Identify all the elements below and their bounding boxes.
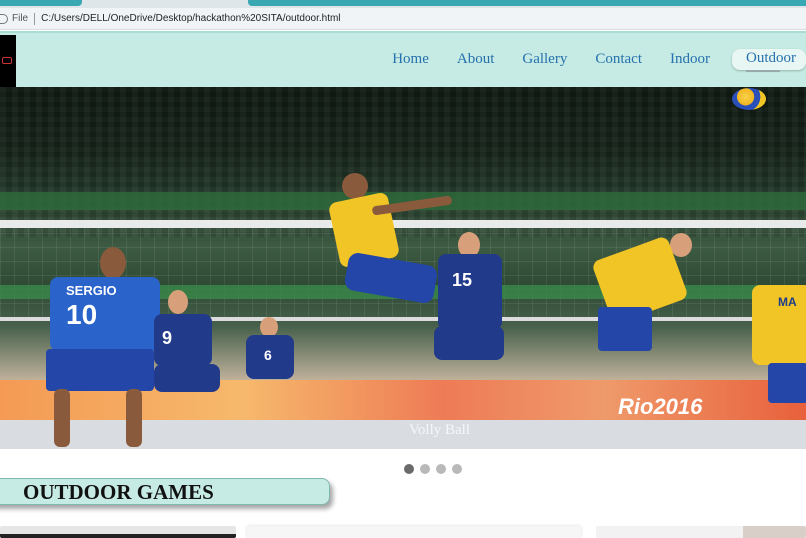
address-separator [34,12,36,25]
file-protocol-label: File [12,13,29,24]
nav-contact[interactable]: Contact [595,51,642,68]
site-logo[interactable] [0,35,16,87]
player-shorts [434,326,504,360]
player-name: SERGIO [66,283,117,298]
hero-carousel[interactable]: Rio2016 SERGIO 10 9 6 15 MA Volly Ball [0,87,806,449]
hero-caption: Volly Ball [409,422,470,438]
browser-tab-bar[interactable] [248,0,806,6]
player-opponent: 15 [428,192,538,442]
player-shorts [598,307,652,351]
player-legs [126,389,142,447]
main-nav: Home About Gallery Contact Indoor Outdoo… [364,49,806,72]
url-text[interactable]: C:/Users/DELL/OneDrive/Desktop/hackathon… [41,13,340,24]
player-number: 10 [66,299,98,330]
nav-about[interactable]: About [457,51,495,68]
site-header: Home About Gallery Contact Indoor Outdoo… [0,31,806,87]
player-head [670,233,692,257]
nav-outdoor[interactable]: Outdoor [732,49,806,72]
player-name: MA [778,295,797,309]
player-number: 9 [162,328,173,348]
carousel-dot-1[interactable] [404,464,414,474]
section-title: OUTDOOR GAMES [0,478,330,505]
player-head [260,317,278,337]
player-spiker [591,199,704,439]
game-card[interactable] [0,526,236,538]
player-head [168,290,188,314]
game-card[interactable] [596,526,806,538]
player-jersey [438,254,502,330]
game-card[interactable] [247,526,581,538]
player-shorts [46,349,154,391]
player-opponent: 9 [150,290,230,445]
carousel-indicators [404,464,468,474]
address-bar[interactable]: File C:/Users/DELL/OneDrive/Desktop/hack… [0,8,806,30]
player-legs [54,389,70,447]
player-shorts [768,363,806,403]
volleyball-icon [732,88,766,110]
player-head [100,247,126,279]
player-opponent: 6 [238,317,308,437]
nav-home[interactable]: Home [392,51,429,68]
browser-tab-strip [0,0,806,8]
player-teammate: MA [748,249,806,449]
player-number: 15 [452,270,473,290]
page-info-icon[interactable] [0,13,8,24]
player-shorts [154,364,220,392]
nav-indoor[interactable]: Indoor [670,51,710,68]
browser-tab[interactable] [0,0,82,6]
carousel-dot-4[interactable] [452,464,462,474]
player-number: 6 [264,347,272,363]
carousel-dot-3[interactable] [436,464,446,474]
nav-gallery[interactable]: Gallery [522,51,567,68]
player-shorts [343,251,439,305]
carousel-dot-2[interactable] [420,464,430,474]
